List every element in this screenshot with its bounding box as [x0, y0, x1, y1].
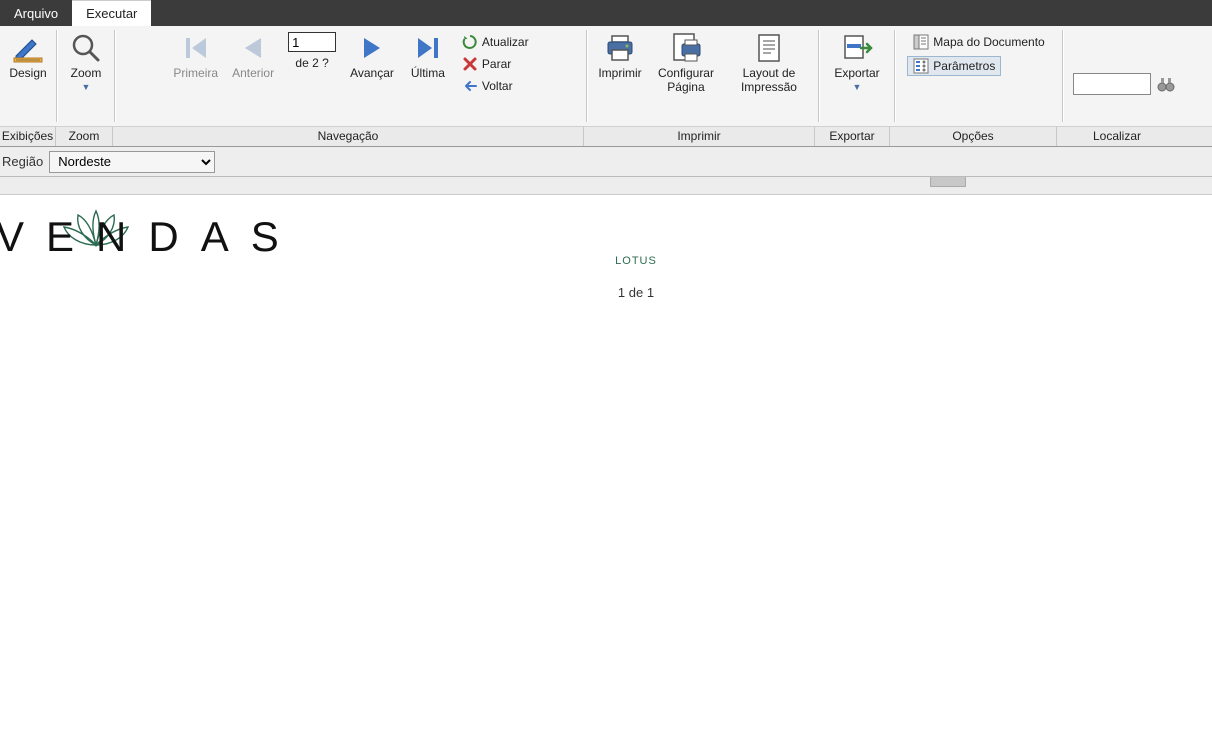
page-setup-icon	[670, 32, 702, 64]
refresh-label: Atualizar	[482, 35, 529, 49]
group-label-zoom: Zoom	[56, 127, 113, 146]
design-button[interactable]: Design	[2, 30, 54, 82]
next-page-icon	[356, 32, 388, 64]
refresh-icon	[462, 34, 478, 50]
menu-tab-executar[interactable]: Executar	[72, 0, 151, 26]
parameters-label: Parâmetros	[933, 59, 995, 73]
parameter-bar: Região Nordeste	[0, 147, 1212, 177]
stop-label: Parar	[482, 57, 511, 71]
ribbon: Design Zoom ▼	[0, 26, 1212, 147]
page-setup-button[interactable]: Configurar Página	[648, 30, 724, 96]
document-map-button[interactable]: Mapa do Documento	[907, 32, 1050, 52]
group-label-imprimir: Imprimir	[584, 127, 815, 146]
menu-bar: Arquivo Executar	[0, 0, 1212, 26]
page-setup-label: Configurar Página	[654, 66, 718, 94]
design-icon	[12, 32, 44, 64]
regiao-label: Região	[2, 154, 43, 169]
last-page-icon	[412, 32, 444, 64]
regiao-select[interactable]: Nordeste	[49, 151, 215, 173]
group-label-exibicoes: Exibições	[0, 127, 56, 146]
last-page-button[interactable]: Última	[402, 30, 454, 82]
document-map-label: Mapa do Documento	[933, 35, 1044, 49]
stop-icon	[462, 56, 478, 72]
prev-page-button[interactable]: Anterior	[226, 30, 280, 82]
print-layout-button[interactable]: Layout de Impressão	[726, 30, 812, 96]
printer-icon	[604, 32, 636, 64]
prev-page-icon	[237, 32, 269, 64]
zoom-label: Zoom	[71, 66, 102, 80]
print-label: Imprimir	[598, 66, 641, 80]
group-label-opcoes: Opções	[890, 127, 1057, 146]
binoculars-icon[interactable]	[1157, 75, 1175, 93]
report-title: VENDAS	[0, 213, 301, 261]
collapse-handle[interactable]	[930, 177, 966, 187]
print-button[interactable]: Imprimir	[594, 30, 646, 82]
report-body: VENDAS LOTUS 1 de 1	[0, 195, 1212, 340]
spacer-row	[0, 177, 1212, 195]
export-button[interactable]: Exportar ▼	[828, 30, 885, 94]
parameters-icon	[913, 58, 929, 74]
stop-button[interactable]: Parar	[456, 54, 535, 74]
search-input[interactable]	[1073, 73, 1151, 95]
group-label-localizar: Localizar	[1057, 127, 1177, 146]
chevron-down-icon: ▼	[853, 82, 862, 92]
first-page-button[interactable]: Primeira	[167, 30, 224, 82]
zoom-button[interactable]: Zoom ▼	[60, 30, 112, 94]
group-label-exportar: Exportar	[815, 127, 890, 146]
export-icon	[841, 32, 873, 64]
back-button[interactable]: Voltar	[456, 76, 535, 96]
print-layout-icon	[753, 32, 785, 64]
export-label: Exportar	[834, 66, 879, 80]
refresh-button[interactable]: Atualizar	[456, 32, 535, 52]
page-of-label: de 2 ?	[295, 56, 328, 70]
next-page-label: Avançar	[350, 66, 394, 80]
page-input-wrap: de 2 ?	[282, 30, 342, 72]
chevron-down-icon: ▼	[82, 82, 91, 92]
group-label-navegacao: Navegação	[113, 127, 584, 146]
page-indicator: 1 de 1	[60, 285, 1212, 300]
first-page-label: Primeira	[173, 66, 218, 80]
magnifier-icon	[70, 32, 102, 64]
parameters-button[interactable]: Parâmetros	[907, 56, 1001, 76]
back-arrow-icon	[462, 78, 478, 94]
back-label: Voltar	[482, 79, 513, 93]
print-layout-label: Layout de Impressão	[732, 66, 806, 94]
next-page-button[interactable]: Avançar	[344, 30, 400, 82]
menu-tab-arquivo[interactable]: Arquivo	[0, 0, 72, 26]
last-page-label: Última	[411, 66, 445, 80]
first-page-icon	[180, 32, 212, 64]
document-map-icon	[913, 34, 929, 50]
prev-page-label: Anterior	[232, 66, 274, 80]
page-input[interactable]	[288, 32, 336, 52]
design-label: Design	[9, 66, 46, 80]
